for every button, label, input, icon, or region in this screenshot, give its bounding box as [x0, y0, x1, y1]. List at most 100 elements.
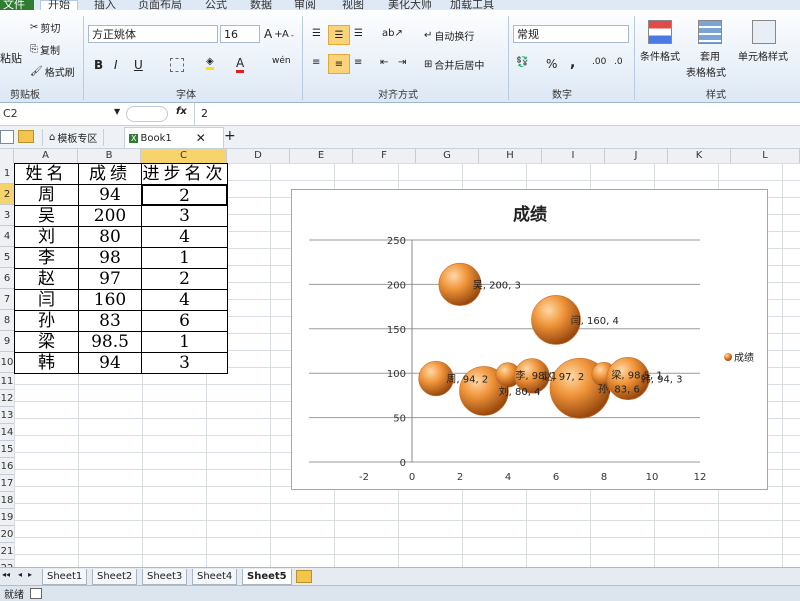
- column-header-H[interactable]: H: [479, 149, 542, 163]
- increase-indent-button[interactable]: ⇥: [398, 57, 406, 68]
- fill-color-button[interactable]: ◈: [206, 56, 214, 70]
- table-cell[interactable]: 梁: [14, 331, 79, 353]
- column-header-C[interactable]: C: [141, 149, 227, 163]
- bold-button[interactable]: B: [94, 58, 103, 72]
- row-header-21[interactable]: 21: [0, 543, 14, 560]
- table-cell[interactable]: 周: [14, 184, 79, 206]
- close-icon[interactable]: ✕: [196, 131, 206, 145]
- row-header-3[interactable]: 3: [0, 205, 14, 226]
- decrease-indent-button[interactable]: ⇤: [380, 57, 388, 68]
- conditional-format-button[interactable]: 条件格式: [640, 48, 680, 63]
- table-cell[interactable]: 160: [78, 289, 142, 311]
- column-header-J[interactable]: J: [605, 149, 668, 163]
- column-header-L[interactable]: L: [731, 149, 800, 163]
- table-cell[interactable]: 6: [141, 310, 228, 332]
- row-header-7[interactable]: 7: [0, 289, 14, 310]
- cell-style-button[interactable]: 单元格样式: [738, 48, 788, 63]
- column-header-I[interactable]: I: [542, 149, 605, 163]
- first-sheet-arrow-icon[interactable]: ◂◂: [2, 570, 10, 579]
- row-header-4[interactable]: 4: [0, 226, 14, 247]
- next-sheet-arrow-icon[interactable]: ▸: [28, 570, 32, 579]
- fx-button[interactable]: fx: [176, 106, 187, 117]
- row-header-11[interactable]: 11: [0, 373, 14, 390]
- formula-input[interactable]: 2: [198, 105, 798, 123]
- book1-tab[interactable]: X Book1 ✕: [124, 127, 224, 148]
- macro-record-icon[interactable]: [30, 588, 42, 599]
- grow-font-button[interactable]: A +: [264, 27, 283, 41]
- row-header-15[interactable]: 15: [0, 441, 14, 458]
- table-header-cell[interactable]: 进步名次: [141, 163, 228, 185]
- column-header-D[interactable]: D: [227, 149, 290, 163]
- table-cell[interactable]: 2: [141, 184, 228, 206]
- table-cell[interactable]: 94: [78, 184, 142, 206]
- table-header-cell[interactable]: 成绩: [78, 163, 142, 185]
- row-header-9[interactable]: 9: [0, 331, 14, 352]
- column-header-G[interactable]: G: [416, 149, 479, 163]
- table-cell[interactable]: 闫: [14, 289, 79, 311]
- sheet-tab-1[interactable]: Sheet1: [42, 569, 88, 585]
- row-header-16[interactable]: 16: [0, 458, 14, 475]
- font-size-select[interactable]: 16: [220, 25, 260, 43]
- font-color-button[interactable]: A: [236, 56, 245, 73]
- table-cell[interactable]: 98.5: [78, 331, 142, 353]
- sheet-tab-5[interactable]: Sheet5: [242, 569, 292, 585]
- table-cell[interactable]: 4: [141, 289, 228, 311]
- sheet-tab-4[interactable]: Sheet4: [192, 569, 238, 585]
- row-header-17[interactable]: 17: [0, 475, 14, 492]
- table-cell[interactable]: 83: [78, 310, 142, 332]
- decrease-decimal-button[interactable]: .0: [614, 57, 623, 67]
- tab-file[interactable]: 文件: [0, 0, 34, 10]
- number-format-select[interactable]: 常规: [513, 25, 629, 43]
- table-cell[interactable]: 2: [141, 268, 228, 290]
- folder-icon[interactable]: [18, 130, 34, 143]
- table-cell[interactable]: 3: [141, 352, 228, 374]
- paste-button[interactable]: 粘贴: [0, 50, 22, 66]
- column-header-B[interactable]: B: [78, 149, 141, 163]
- column-header-E[interactable]: E: [290, 149, 353, 163]
- row-header-14[interactable]: 14: [0, 424, 14, 441]
- new-doc-icon[interactable]: [0, 130, 14, 144]
- table-cell[interactable]: 98: [78, 247, 142, 269]
- column-header-F[interactable]: F: [353, 149, 416, 163]
- align-left-button[interactable]: ≡: [312, 57, 320, 68]
- table-cell[interactable]: 赵: [14, 268, 79, 290]
- merge-center-button[interactable]: ⊞ 合并后居中: [424, 57, 484, 72]
- format-painter-button[interactable]: 🖌 格式刷: [30, 64, 75, 79]
- table-cell[interactable]: 韩: [14, 352, 79, 374]
- row-header-8[interactable]: 8: [0, 310, 14, 331]
- align-bottom-button[interactable]: ☰: [354, 28, 363, 39]
- insert-sheet-icon[interactable]: [296, 570, 312, 583]
- select-all-corner[interactable]: [0, 149, 14, 163]
- table-format-button-1[interactable]: 套用: [700, 48, 720, 63]
- align-right-button[interactable]: ≡: [354, 57, 362, 68]
- column-header-K[interactable]: K: [668, 149, 731, 163]
- prev-sheet-arrow-icon[interactable]: ◂: [18, 570, 22, 579]
- table-cell[interactable]: 李: [14, 247, 79, 269]
- table-cell[interactable]: 4: [141, 226, 228, 248]
- table-cell[interactable]: 200: [78, 205, 142, 227]
- row-header-1[interactable]: 1: [0, 163, 14, 184]
- formula-cancel-confirm[interactable]: [126, 106, 168, 122]
- border-button[interactable]: [170, 58, 184, 72]
- bubble-chart[interactable]: 成绩 0 50 100 150 200 250 -2 0 2 4 6 8 10 12 周, 94, 2 吴, 2…: [291, 189, 768, 490]
- align-top-button[interactable]: ☰: [312, 28, 321, 39]
- template-tab[interactable]: ⌂ 模板专区: [42, 129, 105, 146]
- shrink-font-button[interactable]: A-: [282, 29, 294, 40]
- comma-button[interactable]: ,: [570, 55, 575, 71]
- row-header-10[interactable]: 10: [0, 352, 14, 373]
- row-header-5[interactable]: 5: [0, 247, 14, 268]
- row-header-12[interactable]: 12: [0, 390, 14, 407]
- row-header-13[interactable]: 13: [0, 407, 14, 424]
- column-header-A[interactable]: A: [14, 149, 78, 163]
- font-name-select[interactable]: 方正姚体: [88, 25, 218, 43]
- conditional-format-icon[interactable]: [648, 20, 672, 44]
- table-cell[interactable]: 94: [78, 352, 142, 374]
- name-box[interactable]: C2: [0, 105, 120, 123]
- align-middle-button[interactable]: ☰: [328, 25, 350, 45]
- table-cell[interactable]: 1: [141, 331, 228, 353]
- copy-button[interactable]: ⎘ 复制: [30, 42, 60, 57]
- name-box-dropdown-icon[interactable]: ▼: [114, 107, 120, 116]
- cell-style-icon[interactable]: [752, 20, 776, 44]
- underline-button[interactable]: U: [134, 58, 143, 72]
- table-cell[interactable]: 吴: [14, 205, 79, 227]
